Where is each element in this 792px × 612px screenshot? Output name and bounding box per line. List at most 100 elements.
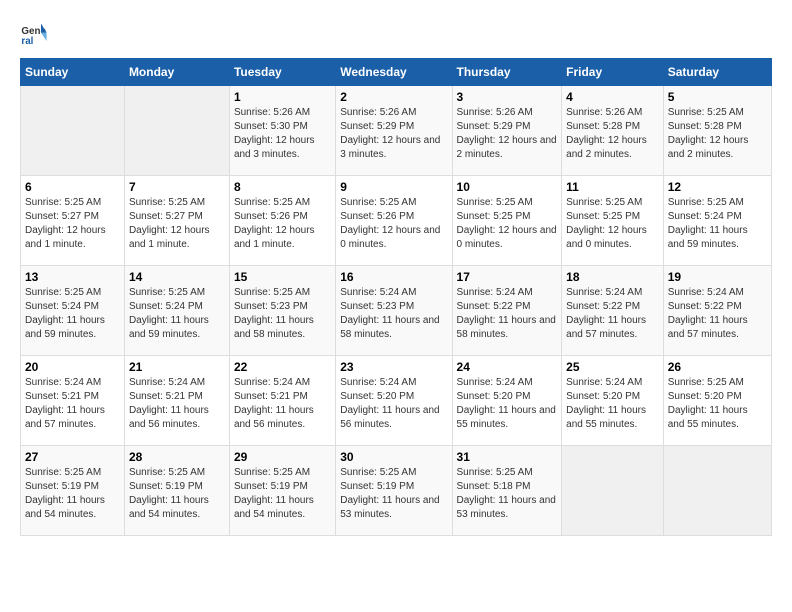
weekday-saturday: Saturday bbox=[663, 59, 771, 86]
day-number: 12 bbox=[668, 180, 767, 194]
cell-info: Sunrise: 5:24 AMSunset: 5:21 PMDaylight:… bbox=[25, 376, 120, 432]
cell-info: Sunrise: 5:25 AMSunset: 5:19 PMDaylight:… bbox=[234, 466, 331, 522]
table-row: 1Sunrise: 5:26 AMSunset: 5:30 PMDaylight… bbox=[229, 86, 335, 176]
calendar-week-5: 27Sunrise: 5:25 AMSunset: 5:19 PMDayligh… bbox=[21, 446, 772, 536]
cell-info: Sunrise: 5:25 AMSunset: 5:23 PMDaylight:… bbox=[234, 286, 331, 342]
cell-info: Sunrise: 5:26 AMSunset: 5:29 PMDaylight:… bbox=[340, 106, 447, 162]
cell-info: Sunrise: 5:25 AMSunset: 5:19 PMDaylight:… bbox=[25, 466, 120, 522]
day-number: 11 bbox=[566, 180, 659, 194]
weekday-thursday: Thursday bbox=[452, 59, 562, 86]
day-number: 3 bbox=[457, 90, 558, 104]
day-number: 15 bbox=[234, 270, 331, 284]
table-row: 10 Sunrise: 5:25 AMSunset: 5:25 PMDayligh… bbox=[452, 176, 562, 266]
day-number: 13 bbox=[25, 270, 120, 284]
calendar-table: SundayMondayTuesdayWednesdayThursdayFrid… bbox=[20, 58, 772, 536]
cell-info: Sunrise: 5:25 AMSunset: 5:26 PMDaylight:… bbox=[340, 196, 447, 252]
logo-icon: Gene ral bbox=[20, 20, 48, 48]
table-row: 30 Sunrise: 5:25 AMSunset: 5:19 PMDayligh… bbox=[336, 446, 452, 536]
cell-info: Sunrise: 5:24 AMSunset: 5:20 PMDaylight:… bbox=[340, 376, 447, 432]
table-row: 8Sunrise: 5:25 AMSunset: 5:26 PMDaylight… bbox=[229, 176, 335, 266]
weekday-header-row: SundayMondayTuesdayWednesdayThursdayFrid… bbox=[21, 59, 772, 86]
table-row bbox=[562, 446, 664, 536]
weekday-tuesday: Tuesday bbox=[229, 59, 335, 86]
svg-text:ral: ral bbox=[21, 36, 33, 47]
table-row: 25Sunrise: 5:24 AMSunset: 5:20 PMDayligh… bbox=[562, 356, 664, 446]
table-row: 9 Sunrise: 5:25 AMSunset: 5:26 PMDaylight… bbox=[336, 176, 452, 266]
table-row: 5 Sunrise: 5:25 AMSunset: 5:28 PMDaylight… bbox=[663, 86, 771, 176]
calendar-week-1: 1Sunrise: 5:26 AMSunset: 5:30 PMDaylight… bbox=[21, 86, 772, 176]
cell-info: Sunrise: 5:25 AMSunset: 5:26 PMDaylight:… bbox=[234, 196, 331, 252]
calendar-header: SundayMondayTuesdayWednesdayThursdayFrid… bbox=[21, 59, 772, 86]
cell-info: Sunrise: 5:24 AMSunset: 5:21 PMDaylight:… bbox=[129, 376, 225, 432]
table-row: 16Sunrise: 5:24 AMSunset: 5:23 PMDayligh… bbox=[336, 266, 452, 356]
table-row: 23 Sunrise: 5:24 AMSunset: 5:20 PMDayligh… bbox=[336, 356, 452, 446]
day-number: 25 bbox=[566, 360, 659, 374]
cell-info: Sunrise: 5:26 AMSunset: 5:28 PMDaylight:… bbox=[566, 106, 659, 162]
table-row: 21Sunrise: 5:24 AMSunset: 5:21 PMDayligh… bbox=[124, 356, 229, 446]
table-row: 4Sunrise: 5:26 AMSunset: 5:28 PMDaylight… bbox=[562, 86, 664, 176]
cell-info: Sunrise: 5:25 AMSunset: 5:24 PMDaylight:… bbox=[25, 286, 120, 342]
day-number: 22 bbox=[234, 360, 331, 374]
table-row: 31 Sunrise: 5:25 AMSunset: 5:18 PMDayligh… bbox=[452, 446, 562, 536]
cell-info: Sunrise: 5:24 AMSunset: 5:21 PMDaylight:… bbox=[234, 376, 331, 432]
day-number: 18 bbox=[566, 270, 659, 284]
day-number: 31 bbox=[457, 450, 558, 464]
table-row: 27Sunrise: 5:25 AMSunset: 5:19 PMDayligh… bbox=[21, 446, 125, 536]
day-number: 5 bbox=[668, 90, 767, 104]
calendar-week-2: 6 Sunrise: 5:25 AMSunset: 5:27 PMDaylight… bbox=[21, 176, 772, 266]
header: Gene ral bbox=[20, 20, 772, 48]
table-row: 29Sunrise: 5:25 AMSunset: 5:19 PMDayligh… bbox=[229, 446, 335, 536]
cell-info: Sunrise: 5:26 AMSunset: 5:29 PMDaylight:… bbox=[457, 106, 558, 162]
day-number: 2 bbox=[340, 90, 447, 104]
day-number: 14 bbox=[129, 270, 225, 284]
day-number: 30 bbox=[340, 450, 447, 464]
table-row: 28Sunrise: 5:25 AMSunset: 5:19 PMDayligh… bbox=[124, 446, 229, 536]
table-row: 3 Sunrise: 5:26 AMSunset: 5:29 PMDaylight… bbox=[452, 86, 562, 176]
cell-info: Sunrise: 5:24 AMSunset: 5:22 PMDaylight:… bbox=[457, 286, 558, 342]
day-number: 9 bbox=[340, 180, 447, 194]
table-row: 13 Sunrise: 5:25 AMSunset: 5:24 PMDayligh… bbox=[21, 266, 125, 356]
table-row: 6Sunrise: 5:25 AMSunset: 5:27 PMDaylight… bbox=[21, 176, 125, 266]
day-number: 23 bbox=[340, 360, 447, 374]
table-row: 18 Sunrise: 5:24 AMSunset: 5:22 PMDayligh… bbox=[562, 266, 664, 356]
table-row: 17Sunrise: 5:24 AMSunset: 5:22 PMDayligh… bbox=[452, 266, 562, 356]
cell-info: Sunrise: 5:25 AMSunset: 5:28 PMDaylight:… bbox=[668, 106, 767, 162]
cell-info: Sunrise: 5:24 AMSunset: 5:20 PMDaylight:… bbox=[457, 376, 558, 432]
table-row bbox=[21, 86, 125, 176]
cell-info: Sunrise: 5:25 AMSunset: 5:24 PMDaylight:… bbox=[668, 196, 767, 252]
cell-info: Sunrise: 5:25 AMSunset: 5:25 PMDaylight:… bbox=[457, 196, 558, 252]
day-number: 19 bbox=[668, 270, 767, 284]
cell-info: Sunrise: 5:26 AMSunset: 5:30 PMDaylight:… bbox=[234, 106, 331, 162]
table-row: 12 Sunrise: 5:25 AMSunset: 5:24 PMDayligh… bbox=[663, 176, 771, 266]
table-row: 14 Sunrise: 5:25 AMSunset: 5:24 PMDayligh… bbox=[124, 266, 229, 356]
weekday-friday: Friday bbox=[562, 59, 664, 86]
table-row: 24 Sunrise: 5:24 AMSunset: 5:20 PMDayligh… bbox=[452, 356, 562, 446]
cell-info: Sunrise: 5:25 AMSunset: 5:24 PMDaylight:… bbox=[129, 286, 225, 342]
logo: Gene ral bbox=[20, 20, 52, 48]
cell-info: Sunrise: 5:25 AMSunset: 5:18 PMDaylight:… bbox=[457, 466, 558, 522]
cell-info: Sunrise: 5:24 AMSunset: 5:22 PMDaylight:… bbox=[566, 286, 659, 342]
day-number: 6 bbox=[25, 180, 120, 194]
calendar-week-3: 13 Sunrise: 5:25 AMSunset: 5:24 PMDayligh… bbox=[21, 266, 772, 356]
table-row bbox=[124, 86, 229, 176]
day-number: 10 bbox=[457, 180, 558, 194]
cell-info: Sunrise: 5:25 AMSunset: 5:27 PMDaylight:… bbox=[129, 196, 225, 252]
table-row: 22 Sunrise: 5:24 AMSunset: 5:21 PMDayligh… bbox=[229, 356, 335, 446]
weekday-sunday: Sunday bbox=[21, 59, 125, 86]
table-row: 11 Sunrise: 5:25 AMSunset: 5:25 PMDayligh… bbox=[562, 176, 664, 266]
table-row bbox=[663, 446, 771, 536]
table-row: 20 Sunrise: 5:24 AMSunset: 5:21 PMDayligh… bbox=[21, 356, 125, 446]
weekday-wednesday: Wednesday bbox=[336, 59, 452, 86]
day-number: 26 bbox=[668, 360, 767, 374]
table-row: 7Sunrise: 5:25 AMSunset: 5:27 PMDaylight… bbox=[124, 176, 229, 266]
day-number: 20 bbox=[25, 360, 120, 374]
day-number: 24 bbox=[457, 360, 558, 374]
cell-info: Sunrise: 5:25 AMSunset: 5:20 PMDaylight:… bbox=[668, 376, 767, 432]
table-row: 26 Sunrise: 5:25 AMSunset: 5:20 PMDayligh… bbox=[663, 356, 771, 446]
cell-info: Sunrise: 5:25 AMSunset: 5:19 PMDaylight:… bbox=[340, 466, 447, 522]
calendar-body: 1Sunrise: 5:26 AMSunset: 5:30 PMDaylight… bbox=[21, 86, 772, 536]
cell-info: Sunrise: 5:24 AMSunset: 5:23 PMDaylight:… bbox=[340, 286, 447, 342]
weekday-monday: Monday bbox=[124, 59, 229, 86]
cell-info: Sunrise: 5:24 AMSunset: 5:22 PMDaylight:… bbox=[668, 286, 767, 342]
cell-info: Sunrise: 5:25 AMSunset: 5:25 PMDaylight:… bbox=[566, 196, 659, 252]
